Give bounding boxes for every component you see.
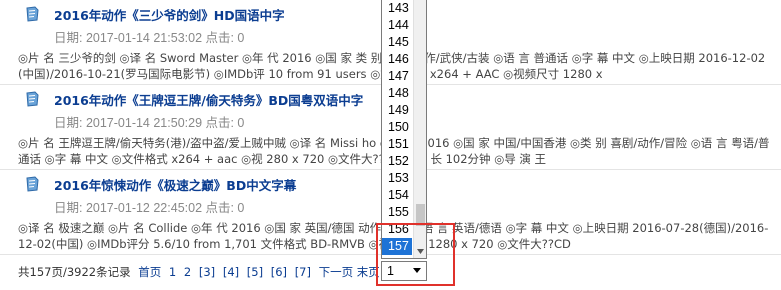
next-page-link[interactable]: 下一页 <box>319 265 354 279</box>
page-link[interactable]: [5] <box>247 265 263 279</box>
last-page-link[interactable]: 末页 <box>357 265 380 279</box>
page-select[interactable]: 1 <box>381 261 427 281</box>
page-link[interactable]: [7] <box>295 265 311 279</box>
page-option[interactable]: 148 <box>382 85 412 102</box>
page-option[interactable]: 150 <box>382 119 412 136</box>
document-icon <box>24 91 40 107</box>
page-option[interactable]: 149 <box>382 102 412 119</box>
entry-title-link[interactable]: 2016年惊悚动作《极速之巅》BD中文字幕 <box>54 175 296 194</box>
page-option-selected[interactable]: 157 <box>382 238 412 255</box>
page-option[interactable]: 156 <box>382 221 412 238</box>
scroll-down-arrow-icon[interactable] <box>416 247 425 256</box>
page-link[interactable]: 2 <box>184 265 191 279</box>
page-option[interactable]: 151 <box>382 136 412 153</box>
first-page-link[interactable]: 首页 <box>138 265 161 279</box>
page-link[interactable]: [4] <box>223 265 239 279</box>
page-link[interactable]: 1 <box>169 265 176 279</box>
scrollbar-thumb[interactable] <box>416 204 425 226</box>
page-option[interactable]: 145 <box>382 34 412 51</box>
page-option[interactable]: 144 <box>382 17 412 34</box>
page-option[interactable]: 155 <box>382 204 412 221</box>
chevron-down-icon <box>413 268 421 273</box>
page-option[interactable]: 147 <box>382 68 412 85</box>
page-link[interactable]: [6] <box>271 265 287 279</box>
page-option[interactable]: 154 <box>382 187 412 204</box>
page-option[interactable]: 152 <box>382 153 412 170</box>
entry-title-link[interactable]: 2016年动作《王牌逗王牌/偷天特务》BD国粤双语中字 <box>54 90 363 109</box>
document-icon <box>24 6 40 22</box>
entry-title-link[interactable]: 2016年动作《三少爷的剑》HD国语中字 <box>54 5 285 24</box>
page-link[interactable]: [3] <box>199 265 215 279</box>
document-icon <box>24 176 40 192</box>
page-option[interactable]: 153 <box>382 170 412 187</box>
pagination: 共157页/3922条记录 首页 1 2 [3] [4] [5] [6] [7]… <box>18 263 380 281</box>
page-option[interactable]: 146 <box>382 51 412 68</box>
pagination-summary: 共157页/3922条记录 <box>18 265 131 279</box>
page-option[interactable]: 143 <box>382 0 412 17</box>
page-select-dropdown[interactable]: 143 144 145 146 147 148 149 150 151 152 … <box>381 0 427 259</box>
page-select-value: 1 <box>387 264 394 278</box>
dropdown-scrollbar[interactable] <box>413 0 426 258</box>
